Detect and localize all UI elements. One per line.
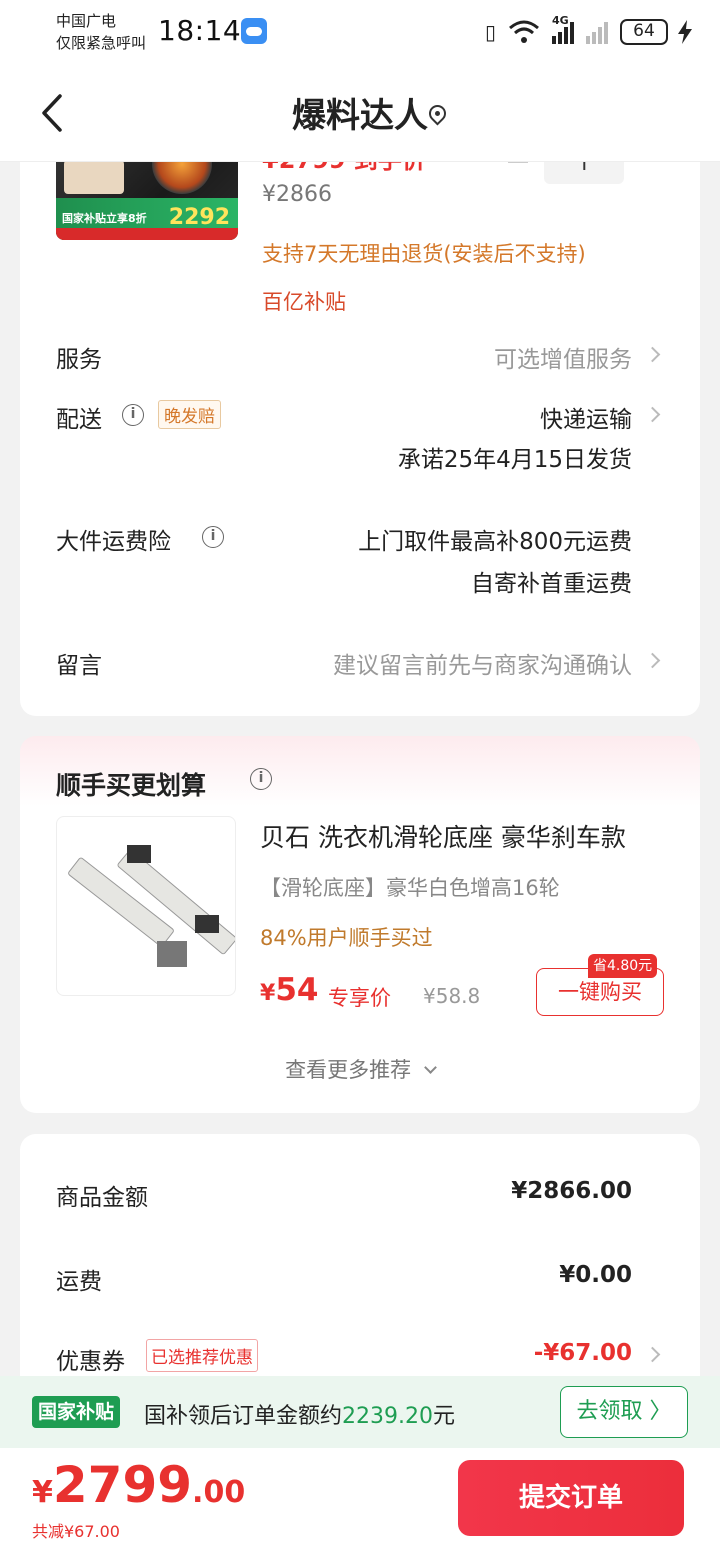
goods-amount-value: ¥2866.00 <box>511 1178 632 1204</box>
delivery-promise: 承诺25年4月15日发货 <box>397 447 632 473</box>
nav-bar: 爆料达人 <box>0 64 720 162</box>
addon-bought-percent: 84%用户顺手买过 <box>260 926 433 950</box>
checkout-bar: ¥2799.00 共减¥67.00 提交订单 <box>0 1448 720 1560</box>
total-price: ¥2799.00 <box>32 1456 245 1514</box>
subsidy-text: 国补领后订单金额约2239.20元 <box>144 1398 455 1430</box>
goods-amount-label: 商品金额 <box>56 1185 148 1211</box>
subsidy-bar: 国家补贴 国补领后订单金额约2239.20元 去领取 〉 <box>0 1376 720 1448</box>
late-compensation-badge: 晚发赔 <box>158 400 221 429</box>
chevron-right-icon[interactable] <box>644 406 661 423</box>
service-option[interactable]: 可选增值服务 <box>494 340 632 374</box>
addon-price-value: 54 <box>275 972 319 1008</box>
delivery-method[interactable]: 快递运输 <box>540 400 632 434</box>
addon-price-currency: ¥ <box>260 981 276 1006</box>
addon-product-image[interactable] <box>56 816 236 996</box>
more-recommendations-label: 查看更多推荐 <box>285 1058 412 1082</box>
addon-price: ¥54 <box>260 972 318 1008</box>
shipping-label: 运费 <box>56 1269 102 1295</box>
shipping-value: ¥0.00 <box>559 1262 632 1288</box>
addon-card: 顺手买更划算 i 贝石 洗衣机滑轮底座 豪华刹车款 【滑轮底座】豪华白色增高16… <box>20 736 700 1113</box>
order-item-card: 国家补贴立享8折 2292 ¥2799 到手价 ¥2866 1 支持7天无理由退… <box>20 120 700 716</box>
status-bar: 中国广电 仅限紧急呼叫 18:14 ▯ 4G 64 <box>0 0 720 64</box>
total-integer: 2799 <box>52 1456 193 1514</box>
carrier-info: 中国广电 仅限紧急呼叫 <box>56 10 146 54</box>
total-decimal: .00 <box>192 1475 246 1510</box>
battery-icon: 64 <box>620 19 668 45</box>
coupon-value[interactable]: -¥67.00 <box>534 1340 632 1366</box>
vibrate-icon: ▯ <box>484 20 496 44</box>
chevron-right-icon[interactable] <box>644 652 661 669</box>
coupon-label: 优惠券 <box>56 1349 125 1375</box>
info-icon[interactable]: i <box>202 526 224 548</box>
weather-icon <box>241 18 267 44</box>
freight-insurance-line1: 上门取件最高补800元运费 <box>358 529 632 555</box>
carrier-name: 中国广电 <box>56 12 117 30</box>
network-type: 4G <box>552 14 569 27</box>
submit-order-button[interactable]: 提交订单 <box>458 1460 684 1536</box>
message-label: 留言 <box>56 653 102 679</box>
coupon-selected-tag: 已选推荐优惠 <box>146 1339 258 1372</box>
info-icon[interactable]: i <box>250 768 272 790</box>
cell-signal-2-icon <box>586 20 608 44</box>
info-icon[interactable]: i <box>122 404 144 426</box>
status-icons: ▯ 4G 64 <box>484 14 668 48</box>
delivery-label: 配送 <box>56 407 102 433</box>
quantity-input[interactable]: 1 <box>544 162 624 184</box>
freight-insurance-line2: 自寄补首重运费 <box>471 571 632 597</box>
product-image-promo-text: 国家补贴立享8折 <box>62 212 147 225</box>
service-label: 服务 <box>56 347 102 373</box>
cell-signal-icon: 4G <box>552 14 574 44</box>
claim-subsidy-button[interactable]: 去领取 〉 <box>560 1386 688 1438</box>
chevron-right-icon[interactable] <box>644 1346 661 1363</box>
subsidy-badge: 国家补贴 <box>32 1396 121 1428</box>
total-saved: 共减¥67.00 <box>32 1522 120 1541</box>
chevron-right-icon[interactable] <box>644 346 661 363</box>
addon-old-price: ¥58.8 <box>423 984 481 1008</box>
savings-badge: 省4.80元 <box>588 954 658 978</box>
charging-icon <box>678 20 692 44</box>
clock: 18:14 <box>158 14 242 47</box>
return-policy: 支持7天无理由退货(安装后不支持) <box>262 242 586 266</box>
subsidy-text-prefix: 国补领后订单金额约 <box>144 1404 343 1429</box>
wifi-icon <box>509 20 539 43</box>
subsidy-amount: 2239.20 <box>342 1404 433 1429</box>
carrier-status: 仅限紧急呼叫 <box>56 34 147 52</box>
chevron-down-icon <box>423 1061 437 1074</box>
addon-title: 顺手买更划算 <box>56 771 207 800</box>
subsidy-text-suffix: 元 <box>433 1404 456 1429</box>
addon-product-name[interactable]: 贝石 洗衣机滑轮底座 豪华刹车款 <box>260 818 660 854</box>
freight-insurance-label: 大件运费险 <box>56 529 171 555</box>
product-image-promo-price: 2292 <box>168 205 230 230</box>
total-currency: ¥ <box>32 1475 53 1510</box>
more-recommendations-link[interactable]: 查看更多推荐 <box>20 1054 700 1084</box>
message-input[interactable]: 建议留言前先与商家沟通确认 <box>333 646 632 680</box>
addon-price-label: 专享价 <box>328 986 391 1010</box>
product-original-price: ¥2866 <box>262 182 332 207</box>
addon-product-spec: 【滑轮底座】豪华白色增高16轮 <box>260 876 560 900</box>
page-title: 爆料达人 <box>292 96 428 136</box>
subsidy-tag: 百亿补贴 <box>262 290 346 314</box>
